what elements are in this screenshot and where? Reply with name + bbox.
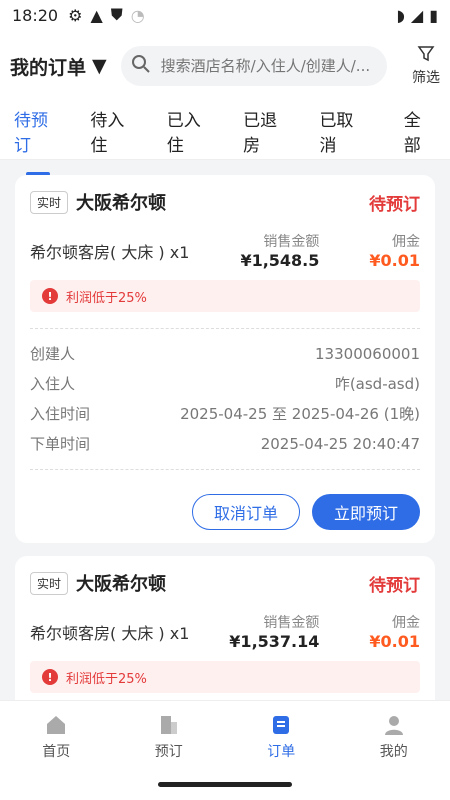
battery-icon: ▮ (429, 5, 438, 25)
header: 我的订单 ▼ 筛选 (0, 30, 450, 102)
info-row: 下单时间 2025-04-25 20:40:47 (30, 429, 420, 459)
commission-label: 佣金 (392, 615, 420, 631)
nav-label: 预订 (154, 744, 183, 760)
room-info: 希尔顿客房( 大床 ) x1 (30, 623, 190, 643)
info-label: 创建人 (30, 345, 76, 363)
order-status: 待预订 (369, 575, 420, 596)
profit-warning: ! 利润低于25% (30, 280, 420, 312)
nav-label: 订单 (267, 744, 296, 760)
sale-label: 销售金额 (263, 234, 320, 250)
shield-icon: ⛊ (110, 5, 123, 24)
nav-orders[interactable]: 订单 (267, 713, 295, 761)
info-value: 2025-04-25 至 2025-04-26 (1晚) (180, 405, 420, 423)
sale-amount: ¥1,537.14 (229, 632, 320, 651)
order-status: 待预订 (369, 194, 420, 215)
realtime-tag: 实时 (30, 190, 69, 214)
order-tabs: 待预订 待入住 已入住 已退房 已取消 全部 (0, 102, 450, 160)
tab-all[interactable]: 全部 (398, 106, 442, 156)
page-title: 我的订单 (10, 56, 87, 79)
order-card[interactable]: 实时 大阪希尔顿 待预订 希尔顿客房( 大床 ) x1 销售金额 ¥1,548.… (15, 175, 435, 543)
sale-label: 销售金额 (263, 615, 320, 631)
info-label: 入住时间 (30, 405, 91, 423)
user-icon (382, 713, 406, 741)
alert-icon: ! (42, 669, 58, 685)
nav-home[interactable]: 首页 (42, 713, 70, 761)
info-value: 2025-04-25 20:40:47 (260, 435, 420, 453)
wifi-icon: ◗ (396, 5, 405, 25)
commission-label: 佣金 (392, 234, 420, 250)
building-icon (157, 713, 181, 741)
gear-icon: ⚙ (68, 5, 83, 25)
filter-label: 筛选 (412, 70, 440, 86)
search-input[interactable] (158, 56, 373, 76)
tab-pending[interactable]: 待预订 (8, 106, 68, 156)
cancel-order-button[interactable]: 取消订单 (192, 494, 300, 530)
warning-icon: ▲ (90, 5, 103, 25)
tab-checked-out[interactable]: 已退房 (237, 106, 297, 156)
wifi-icon: ◔ (130, 5, 145, 25)
info-value: 13300060001 (315, 345, 420, 363)
commission-amount: ¥0.01 (369, 632, 420, 651)
filter-icon (417, 45, 435, 67)
info-label: 入住人 (30, 375, 76, 393)
tab-checked-in[interactable]: 已入住 (161, 106, 221, 156)
search-icon (131, 54, 151, 78)
order-icon (269, 713, 293, 741)
profit-warning: ! 利润低于25% (30, 661, 420, 693)
filter-button[interactable]: 筛选 (412, 45, 440, 87)
status-bar: 18:20 ⚙ ▲ ⛊ ◔ ◗ ◢ ▮ (0, 0, 450, 30)
home-icon (44, 713, 68, 741)
chevron-down-icon: ▼ (92, 55, 107, 77)
info-row: 入住人 咋(asd-asd) (30, 369, 420, 399)
info-label: 下单时间 (30, 435, 91, 453)
nav-label: 首页 (42, 744, 71, 760)
nav-booking[interactable]: 预订 (155, 713, 183, 761)
warning-text: 利润低于25% (66, 671, 147, 687)
info-row: 创建人 13300060001 (30, 339, 420, 369)
nav-profile[interactable]: 我的 (380, 713, 408, 761)
tab-to-checkin[interactable]: 待入住 (84, 106, 144, 156)
warning-text: 利润低于25% (66, 290, 147, 306)
commission-amount: ¥0.01 (369, 251, 420, 270)
room-info: 希尔顿客房( 大床 ) x1 (30, 242, 190, 262)
status-time: 18:20 (12, 5, 59, 25)
divider (30, 469, 420, 470)
sale-amount: ¥1,548.5 (240, 251, 320, 270)
info-value: 咋(asd-asd) (334, 375, 420, 393)
realtime-tag: 实时 (30, 571, 69, 595)
divider (30, 328, 420, 329)
gesture-bar (158, 782, 292, 787)
nav-label: 我的 (379, 744, 408, 760)
search-bar[interactable] (120, 46, 387, 86)
alert-icon: ! (42, 288, 58, 304)
signal-icon: ◢ (410, 5, 424, 25)
orders-dropdown[interactable]: 我的订单 ▼ (10, 53, 107, 80)
info-row: 入住时间 2025-04-25 至 2025-04-26 (1晚) (30, 399, 420, 429)
hotel-name: 大阪希尔顿 (76, 193, 167, 214)
tab-cancelled[interactable]: 已取消 (313, 106, 373, 156)
book-now-button[interactable]: 立即预订 (312, 494, 420, 530)
hotel-name: 大阪希尔顿 (76, 574, 167, 595)
